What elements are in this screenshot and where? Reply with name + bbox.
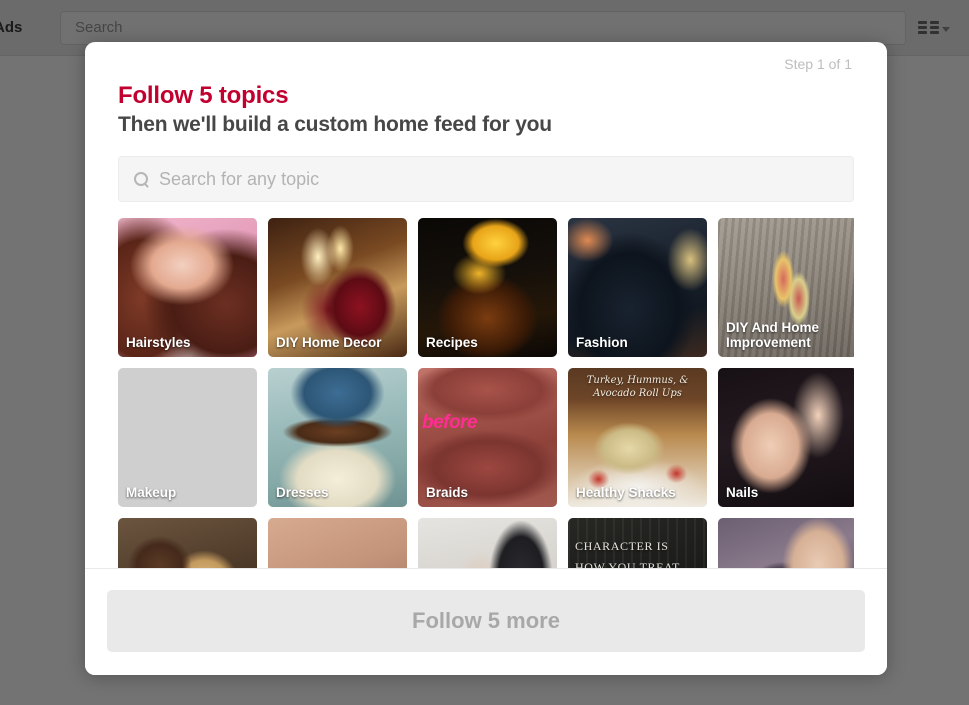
topic-tile[interactable]: Recipes [418, 218, 557, 357]
topic-tile-label: Dresses [276, 485, 329, 500]
page-root: Ads Search Step 1 of 1 Follow 5 topics T… [0, 0, 969, 705]
topic-tile-label: Fashion [576, 335, 628, 350]
topic-tile[interactable]: Makeup [118, 368, 257, 507]
topic-tile-label: Hairstyles [126, 335, 191, 350]
topic-grid: Hairstyles DIY Home Decor Recipes Fashion DI… [118, 218, 854, 568]
topic-tile-image [268, 518, 407, 568]
topic-tile[interactable] [118, 518, 257, 568]
modal-body: Step 1 of 1 Follow 5 topics Then we'll b… [85, 42, 887, 568]
topic-tile-label: DIY And Home Improvement [726, 320, 820, 350]
topic-tile-image [418, 518, 557, 568]
step-indicator: Step 1 of 1 [784, 56, 852, 72]
topic-tile[interactable] [418, 518, 557, 568]
topic-tile-image [718, 518, 854, 568]
topic-tile-label: Recipes [426, 335, 478, 350]
topic-tile-label: DIY Home Decor [276, 335, 382, 350]
topic-tile[interactable]: Dresses [268, 368, 407, 507]
topic-tile[interactable]: before Braids [418, 368, 557, 507]
topic-tile-label: Braids [426, 485, 469, 500]
topic-tile-image-text: CHARACTER IS HOW YOU TREAT THOSE WHO CAN [575, 539, 680, 568]
topic-tile-label: Healthy Snacks [576, 485, 676, 500]
topic-search-placeholder: Search for any topic [159, 168, 320, 189]
topic-tile-image-text: Turkey, Hummus, & Avocado Roll Ups [586, 375, 689, 399]
topic-tile-label: Nails [726, 485, 759, 500]
modal-subtitle: Then we'll build a custom home feed for … [118, 113, 552, 136]
topic-tile-label: Makeup [126, 485, 177, 500]
modal-footer: Follow 5 more [85, 568, 887, 675]
topic-tile[interactable]: Nails [718, 368, 854, 507]
topic-tile[interactable]: DIY And Home Improvement [718, 218, 854, 357]
topic-tile[interactable]: Fashion [568, 218, 707, 357]
follow-topics-modal: Step 1 of 1 Follow 5 topics Then we'll b… [85, 42, 887, 675]
topic-tile[interactable] [718, 518, 854, 568]
topic-tile-image-text: before [422, 412, 478, 433]
topic-tile[interactable]: DIY Home Decor [268, 218, 407, 357]
topic-tile[interactable]: CHARACTER IS HOW YOU TREAT THOSE WHO CAN [568, 518, 707, 568]
topic-tile[interactable]: Hairstyles [118, 218, 257, 357]
topic-tile-image [118, 518, 257, 568]
search-icon [133, 171, 150, 188]
follow-more-button[interactable]: Follow 5 more [107, 590, 865, 652]
topic-search-input[interactable]: Search for any topic [118, 156, 854, 202]
modal-title: Follow 5 topics [118, 82, 289, 109]
topic-tile[interactable]: Turkey, Hummus, & Avocado Roll Ups Health… [568, 368, 707, 507]
topic-tile[interactable] [268, 518, 407, 568]
